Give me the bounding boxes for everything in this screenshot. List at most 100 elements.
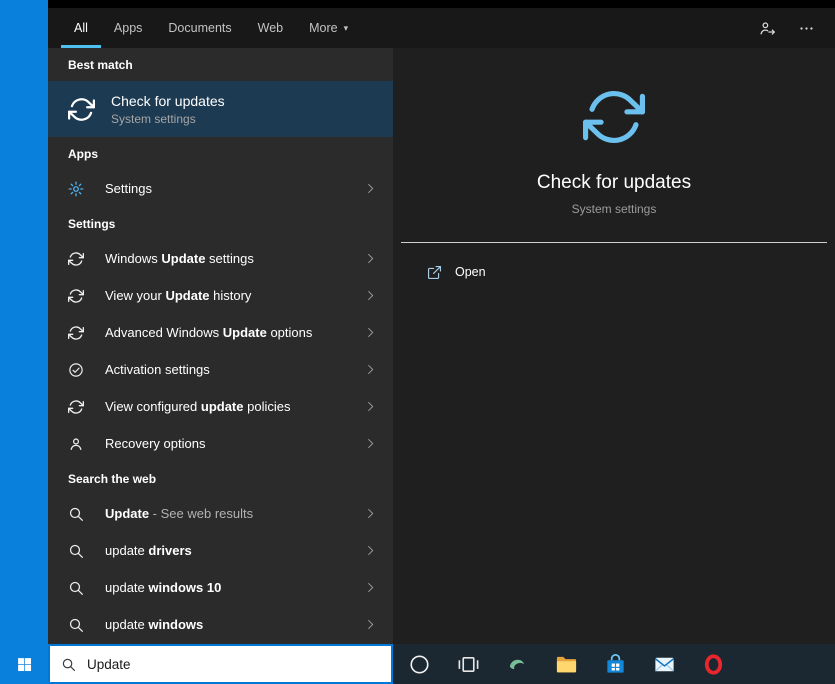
gear-icon [68, 181, 84, 197]
result-recovery-options[interactable]: Recovery options [48, 425, 393, 462]
section-header: Best match [68, 57, 133, 72]
edge-icon [506, 653, 529, 676]
task-view-icon [457, 653, 480, 676]
chevron-icon [364, 289, 377, 302]
person-icon [68, 436, 84, 452]
taskbar [0, 644, 835, 684]
result-web-update-windows[interactable]: update windows [48, 606, 393, 643]
best-match-title: Check for updates [111, 92, 225, 109]
chevron-icon [364, 252, 377, 265]
result-label: update drivers [105, 543, 192, 558]
result-label: Update - See web results [105, 506, 254, 521]
search-icon [68, 543, 84, 559]
result-web-update[interactable]: Update - See web results [48, 495, 393, 532]
chevron-icon [364, 182, 377, 195]
search-icon [61, 657, 76, 672]
result-label: update windows [105, 617, 204, 632]
refresh-icon [68, 96, 95, 123]
refresh-icon [583, 86, 645, 148]
chevron-icon [364, 326, 377, 339]
start-button[interactable] [0, 644, 48, 684]
chevron-icon [364, 507, 377, 520]
chevron-icon [364, 544, 377, 557]
account-arrow-icon[interactable] [759, 20, 776, 37]
tab-label: Apps [113, 21, 143, 35]
open-label: Open [455, 265, 486, 279]
result-label: Recovery options [105, 436, 206, 451]
search-icon [68, 506, 84, 522]
tab-all[interactable]: All [61, 8, 101, 48]
tab-apps[interactable]: Apps [101, 8, 156, 48]
search-tabs-bar: All Apps Documents Web More ▾ [48, 8, 835, 48]
result-label: update windows 10 [105, 580, 222, 595]
refresh-icon [68, 251, 84, 267]
taskbar-icons [393, 644, 738, 684]
search-icon [68, 617, 84, 633]
tab-documents[interactable]: Documents [155, 8, 244, 48]
taskbar-icon-cortana[interactable] [395, 644, 444, 684]
search-content: Best match Check for updates System settin… [48, 48, 835, 644]
taskbar-search-input[interactable] [87, 656, 391, 672]
search-tabs: All Apps Documents Web More ▾ [61, 8, 361, 48]
taskbar-icon-opera[interactable] [689, 644, 738, 684]
open-action[interactable]: Open [427, 255, 835, 289]
search-results-list: Best match Check for updates System settin… [48, 48, 393, 644]
chevron-icon [364, 437, 377, 450]
taskbar-icon-task-view[interactable] [444, 644, 493, 684]
best-match-subtitle: System settings [111, 111, 196, 126]
chevron-down-icon: ▾ [343, 22, 349, 33]
tab-label: All [74, 21, 88, 35]
search-icon [68, 580, 84, 596]
result-label: View configured update policies [105, 399, 291, 414]
taskbar-icon-store[interactable] [591, 644, 640, 684]
opera-icon [702, 653, 725, 676]
result-web-update-drivers[interactable]: update drivers [48, 532, 393, 569]
taskbar-icon-mail[interactable] [640, 644, 689, 684]
store-icon [604, 653, 627, 676]
result-web-update-windows-10[interactable]: update windows 10 [48, 569, 393, 606]
result-label: View your Update history [105, 288, 252, 303]
taskbar-icon-file-explorer[interactable] [542, 644, 591, 684]
refresh-icon [68, 399, 84, 415]
ellipsis-icon[interactable] [798, 20, 815, 37]
tab-label: More [309, 21, 338, 35]
preview-title: Check for updates [536, 172, 692, 193]
result-view-configured-update-policies[interactable]: View configured update policies [48, 388, 393, 425]
section-header: Apps [68, 146, 98, 161]
result-label: Windows Update settings [105, 251, 254, 266]
result-check-for-updates[interactable]: Check for updates System settings [48, 81, 393, 137]
refresh-icon [68, 288, 84, 304]
preview-pane: Check for updates System settings Open [393, 48, 835, 644]
chevron-icon [364, 400, 377, 413]
taskbar-icon-edge[interactable] [493, 644, 542, 684]
chevron-icon [364, 618, 377, 631]
tab-label: Documents [168, 21, 232, 35]
section-header: Settings [68, 216, 116, 231]
mail-icon [653, 653, 676, 676]
result-windows-update-settings[interactable]: Windows Update settings [48, 240, 393, 277]
tab-more[interactable]: More ▾ [296, 8, 361, 48]
cortana-icon [408, 653, 431, 676]
taskbar-search-box[interactable] [48, 644, 393, 684]
result-advanced-windows-update-options[interactable]: Advanced Windows Update options [48, 314, 393, 351]
chevron-icon [364, 363, 377, 376]
search-flyout: All Apps Documents Web More ▾ Best match Check… [48, 8, 835, 644]
result-settings-app[interactable]: Settings [48, 170, 393, 207]
best-match-text: Check for updates System settings [111, 93, 377, 126]
open-icon [427, 265, 442, 280]
file-explorer-icon [555, 653, 578, 676]
result-activation-settings[interactable]: Activation settings [48, 351, 393, 388]
refresh-icon [68, 325, 84, 341]
result-label: Activation settings [105, 362, 210, 377]
section-header: Search the web [68, 471, 157, 486]
preview-subtitle: System settings [571, 202, 657, 216]
preview-actions: Open [393, 243, 835, 289]
windows-logo-icon [16, 656, 33, 673]
result-label: Settings [105, 181, 152, 196]
desktop-edge [0, 0, 48, 684]
tabbar-actions [759, 8, 835, 48]
result-label: Advanced Windows Update options [105, 325, 313, 340]
chevron-icon [364, 581, 377, 594]
tab-web[interactable]: Web [245, 8, 296, 48]
result-view-your-update-history[interactable]: View your Update history [48, 277, 393, 314]
